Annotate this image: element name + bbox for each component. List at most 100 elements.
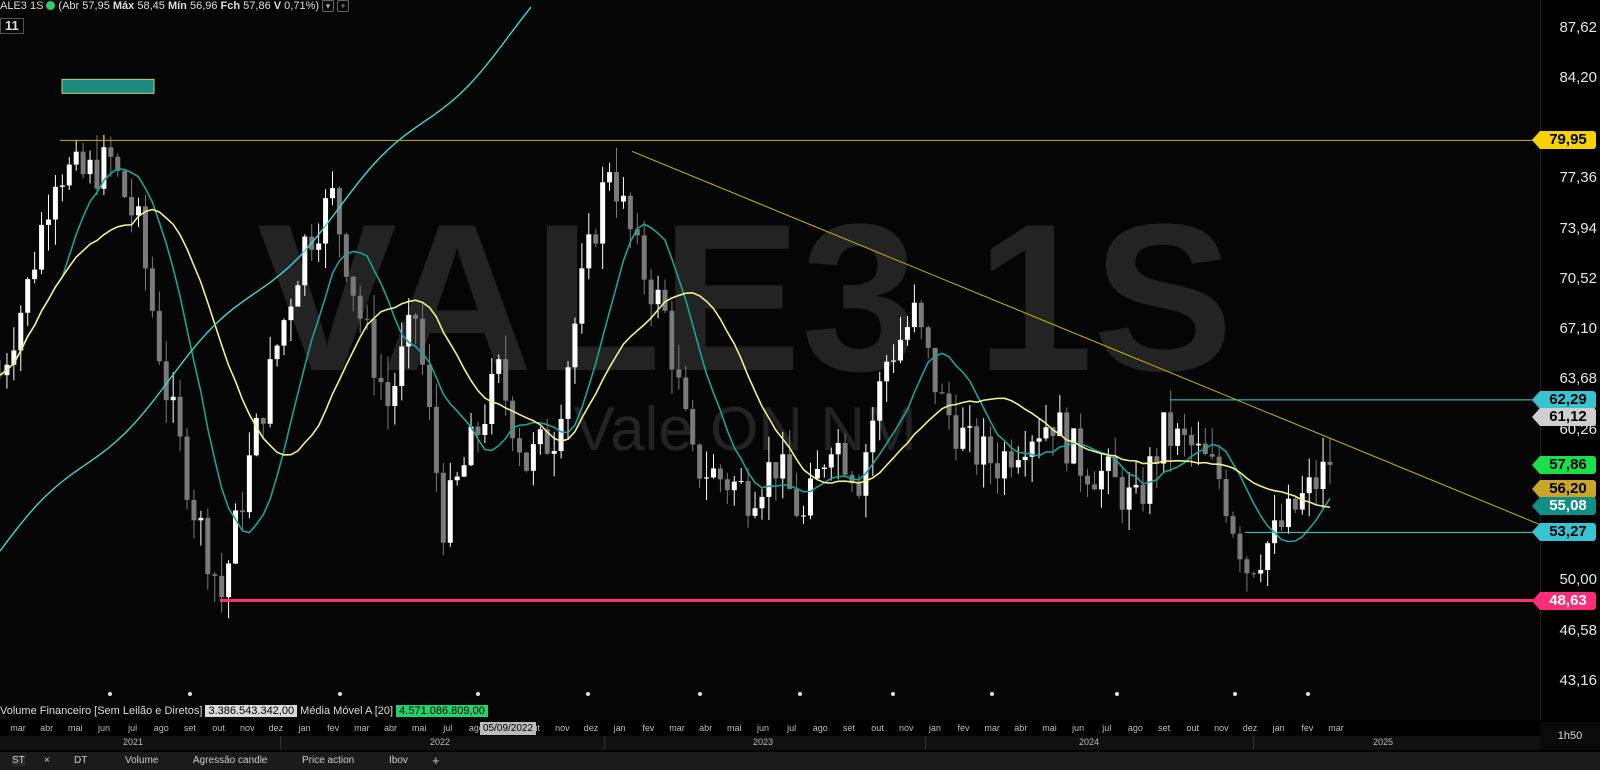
candle[interactable]	[1161, 412, 1167, 472]
candle[interactable]	[981, 418, 987, 488]
candle[interactable]	[717, 464, 723, 493]
candle[interactable]	[205, 508, 211, 590]
candle[interactable]	[1306, 458, 1312, 517]
candle[interactable]	[1265, 541, 1271, 587]
candle[interactable]	[11, 327, 17, 381]
candle[interactable]	[461, 456, 467, 478]
event-dot[interactable]	[798, 692, 802, 696]
candle[interactable]	[1251, 571, 1257, 578]
candle[interactable]	[212, 571, 218, 603]
candle[interactable]	[1175, 423, 1181, 455]
price-axis[interactable]: 87,62 84,20 77,36 73,94 70,52 67,10 63,68 60,26…	[1540, 0, 1600, 720]
candle[interactable]	[87, 150, 93, 184]
candle[interactable]	[1292, 496, 1298, 513]
candle[interactable]	[1299, 475, 1305, 515]
candle[interactable]	[177, 379, 183, 452]
candle[interactable]	[794, 472, 800, 518]
candle[interactable]	[1285, 484, 1291, 534]
candle[interactable]	[1244, 556, 1250, 592]
candle[interactable]	[697, 443, 703, 488]
candle[interactable]	[447, 462, 453, 547]
candle[interactable]	[974, 418, 980, 475]
candle[interactable]	[1091, 471, 1097, 491]
candle[interactable]	[142, 194, 148, 291]
candle[interactable]	[1216, 445, 1222, 490]
candle[interactable]	[115, 153, 121, 177]
candle[interactable]	[1036, 419, 1042, 459]
event-dot[interactable]	[1306, 692, 1310, 696]
event-dot[interactable]	[338, 692, 342, 696]
candle[interactable]	[246, 432, 252, 519]
event-dot[interactable]	[990, 692, 994, 696]
candle[interactable]	[122, 168, 128, 199]
candle[interactable]	[468, 412, 474, 467]
candle[interactable]	[1182, 413, 1188, 457]
event-dot[interactable]	[586, 692, 590, 696]
candle[interactable]	[66, 157, 72, 190]
candle[interactable]	[1279, 503, 1285, 531]
candle[interactable]	[745, 468, 751, 528]
tab-dt[interactable]: DT	[74, 755, 87, 766]
candle[interactable]	[517, 427, 523, 467]
candle[interactable]	[1320, 437, 1326, 509]
candle[interactable]	[1223, 469, 1229, 523]
candle[interactable]	[1202, 428, 1208, 456]
candle[interactable]	[32, 251, 38, 284]
candle[interactable]	[156, 291, 162, 365]
candle[interactable]	[198, 510, 204, 546]
tab-close-icon[interactable]: ×	[44, 755, 50, 766]
candle[interactable]	[801, 505, 807, 524]
event-dot[interactable]	[1115, 692, 1119, 696]
tab-ibov[interactable]: Ibov	[389, 755, 408, 766]
candle[interactable]	[995, 442, 1000, 494]
candle[interactable]	[239, 491, 245, 531]
candle[interactable]	[1001, 442, 1007, 496]
event-dot[interactable]	[698, 692, 702, 696]
add-icon[interactable]: +	[337, 0, 350, 12]
chart-canvas[interactable]: VALE3 1S Vale ON NM	[0, 0, 1541, 720]
candle[interactable]	[1272, 495, 1278, 554]
candle[interactable]	[1119, 468, 1125, 524]
candle[interactable]	[1230, 511, 1236, 538]
candle[interactable]	[773, 462, 779, 501]
candle[interactable]	[170, 372, 176, 423]
candle[interactable]	[1126, 472, 1132, 531]
candle[interactable]	[738, 468, 744, 485]
candle[interactable]	[80, 142, 86, 179]
add-tab-icon[interactable]: +	[432, 753, 440, 768]
candle[interactable]	[752, 491, 758, 519]
candle[interactable]	[343, 232, 349, 282]
candle[interactable]	[59, 174, 65, 202]
candle[interactable]	[821, 464, 827, 478]
candle[interactable]	[454, 472, 460, 486]
candle[interactable]	[1154, 447, 1160, 489]
candle[interactable]	[1258, 554, 1264, 583]
candle[interactable]	[988, 426, 994, 485]
candle[interactable]	[253, 413, 259, 457]
event-dot[interactable]	[476, 692, 480, 696]
candle[interactable]	[219, 552, 225, 613]
candle[interactable]	[1313, 459, 1319, 505]
tab-st[interactable]: ST	[12, 755, 25, 766]
tab-volume[interactable]: Volume	[125, 755, 158, 766]
candle[interactable]	[440, 463, 446, 556]
candle[interactable]	[18, 305, 24, 372]
candle[interactable]	[233, 503, 239, 565]
candle[interactable]	[1078, 413, 1084, 492]
tab-price-action[interactable]: Price action	[302, 755, 354, 766]
candle[interactable]	[52, 175, 58, 245]
zone-box[interactable]	[61, 78, 155, 94]
candle[interactable]	[724, 472, 730, 505]
event-dot[interactable]	[188, 692, 192, 696]
candle[interactable]	[226, 560, 232, 619]
candle[interactable]	[25, 277, 31, 326]
candle[interactable]	[1098, 452, 1104, 508]
candle[interactable]	[1195, 421, 1201, 466]
candle[interactable]	[1327, 438, 1333, 485]
candle[interactable]	[523, 451, 529, 473]
candle[interactable]	[39, 212, 45, 275]
event-dot[interactable]	[108, 692, 112, 696]
price-chart[interactable]: VALE3 1S Vale ON NM	[0, 0, 1541, 720]
candle[interactable]	[108, 136, 114, 177]
candle[interactable]	[759, 488, 765, 520]
